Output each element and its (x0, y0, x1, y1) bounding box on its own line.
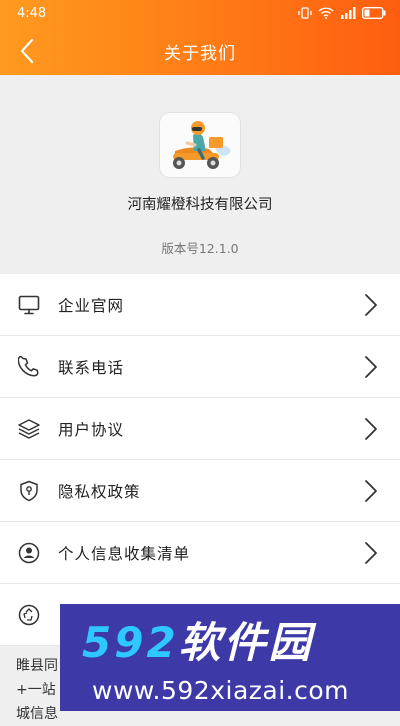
page-title: 关于我们 (164, 44, 236, 64)
user-circle-icon (17, 541, 41, 565)
watermark-logo: 592软件园 (82, 620, 314, 666)
about-section: 河南耀橙科技有限公司 版本号12.1.0 (0, 75, 400, 273)
signal-icon (341, 7, 356, 19)
chevron-right-icon (365, 542, 377, 564)
status-time: 4:48 (17, 6, 47, 21)
watermark-brand: 软件园 (178, 618, 314, 667)
battery-icon (362, 7, 386, 19)
menu-list: 企业官网 联系电话 用户协议 隐私权政策 个人信息收集清单 (0, 274, 400, 646)
menu-item-label: 个人信息收集清单 (58, 545, 191, 563)
chevron-right-icon (365, 480, 377, 502)
menu-item-label: 隐私权政策 (58, 483, 141, 501)
menu-item-website[interactable]: 企业官网 (0, 274, 400, 336)
company-name: 河南耀橙科技有限公司 (127, 197, 273, 213)
status-icons (298, 7, 386, 19)
menu-item-label: 企业官网 (58, 297, 125, 315)
app-logo (160, 113, 240, 177)
delivery-scooter-icon (173, 121, 231, 169)
header-bar: 4:48 关于我们 (0, 0, 400, 75)
vibrate-icon (298, 7, 312, 19)
watermark-url: www.592xiazai.com (92, 676, 349, 705)
phone-icon (17, 355, 41, 379)
menu-item-personal-info-list[interactable]: 个人信息收集清单 (0, 522, 400, 584)
wifi-icon (318, 7, 334, 19)
watermark-banner: 592软件园 www.592xiazai.com (60, 604, 400, 711)
version-label: 版本号12.1.0 (161, 241, 239, 256)
shield-icon (17, 479, 41, 503)
chevron-right-icon (365, 418, 377, 440)
footer-line: +一站 (16, 682, 56, 698)
footer-line: 睢县同 (16, 658, 58, 674)
menu-item-label: 联系电话 (58, 359, 125, 377)
status-bar: 4:48 (0, 0, 400, 28)
layers-icon (17, 417, 41, 441)
chevron-right-icon (365, 356, 377, 378)
menu-item-privacy-policy[interactable]: 隐私权政策 (0, 460, 400, 522)
footer-line: 城信息 (16, 706, 58, 722)
menu-item-user-agreement[interactable]: 用户协议 (0, 398, 400, 460)
title-bar: 关于我们 (0, 30, 400, 72)
menu-item-label: 用户协议 (58, 421, 125, 439)
recycle-icon (17, 603, 41, 627)
watermark-number: 592 (82, 618, 179, 667)
chevron-right-icon (365, 294, 377, 316)
footer-text: 睢县同 +一站 城信息 (16, 654, 58, 726)
menu-item-phone[interactable]: 联系电话 (0, 336, 400, 398)
monitor-icon (17, 293, 41, 317)
